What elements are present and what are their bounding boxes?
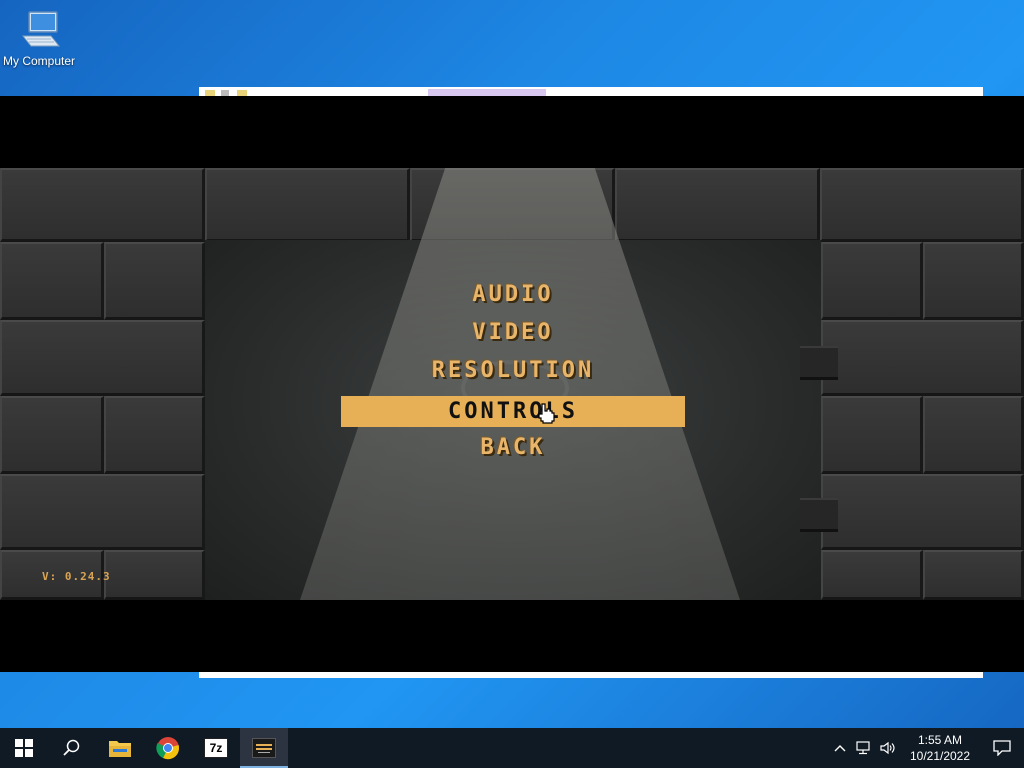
game-viewport[interactable]: AUDIO VIDEO RESOLUTION CONTROLS BACK V: … — [0, 96, 1024, 672]
clock-time: 1:55 AM — [917, 733, 963, 747]
wall-brick — [615, 168, 820, 242]
door-hinge — [800, 498, 838, 532]
hand-cursor-icon — [538, 403, 555, 424]
volume-icon — [880, 741, 895, 755]
wall-brick — [104, 550, 205, 600]
taskbar-clock[interactable]: 1:55 AM 10/21/2022 — [900, 732, 980, 764]
search-button[interactable] — [48, 728, 96, 768]
menu-item-resolution[interactable]: RESOLUTION — [341, 355, 685, 386]
wall-brick — [821, 550, 923, 600]
notification-icon — [993, 740, 1011, 756]
tray-network-button[interactable] — [852, 728, 876, 768]
game-app-icon — [252, 738, 276, 758]
taskbar-7zip[interactable]: 7z — [192, 728, 240, 768]
menu-item-video[interactable]: VIDEO — [341, 317, 685, 348]
menu-item-controls[interactable]: CONTROLS — [341, 396, 685, 427]
tray-volume-button[interactable] — [876, 728, 900, 768]
wall-brick — [923, 550, 1024, 600]
network-icon — [856, 741, 870, 755]
start-button[interactable] — [0, 728, 48, 768]
wall-brick — [821, 474, 1024, 550]
7zip-icon: 7z — [204, 738, 228, 758]
options-menu: AUDIO VIDEO RESOLUTION CONTROLS BACK — [0, 279, 1024, 479]
menu-item-back[interactable]: BACK — [341, 432, 685, 463]
windows-start-icon — [15, 739, 33, 757]
taskbar-game-app[interactable] — [240, 728, 288, 768]
system-tray: 1:55 AM 10/21/2022 — [828, 728, 1024, 768]
taskbar-file-explorer[interactable] — [96, 728, 144, 768]
action-center-button[interactable] — [980, 728, 1024, 768]
taskbar: 7z 1:55 AM 10/21/2022 — [0, 728, 1024, 768]
wall-brick — [0, 168, 205, 242]
version-label: V: 0.24.3 — [42, 570, 111, 583]
desktop-icon-my-computer[interactable]: My Computer — [0, 8, 78, 78]
7zip-icon-text: 7z — [209, 741, 223, 755]
menu-item-audio[interactable]: AUDIO — [341, 279, 685, 310]
folder-icon — [109, 741, 131, 757]
search-icon — [63, 739, 80, 756]
chrome-icon — [156, 737, 179, 760]
computer-icon — [15, 8, 63, 52]
chevron-up-icon — [834, 745, 846, 752]
tray-overflow-button[interactable] — [828, 728, 852, 768]
taskbar-chrome[interactable] — [144, 728, 192, 768]
wall-brick — [820, 168, 1024, 242]
wall-brick — [0, 474, 205, 550]
wall-brick — [205, 168, 410, 242]
desktop-icon-label: My Computer — [2, 54, 76, 68]
clock-date: 10/21/2022 — [909, 749, 971, 763]
